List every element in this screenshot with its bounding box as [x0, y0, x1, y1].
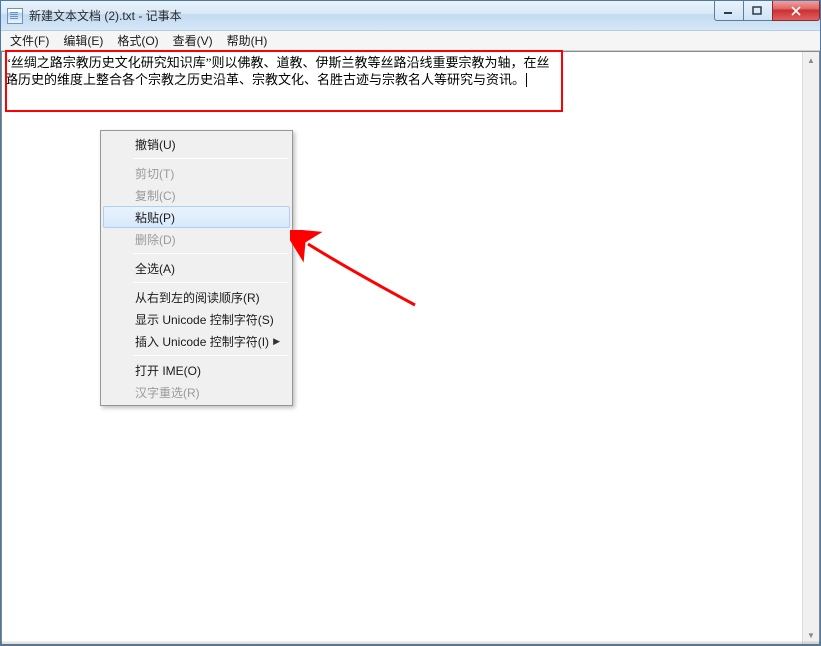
maximize-button[interactable]	[743, 1, 773, 21]
ctx-delete[interactable]: 删除(D)	[103, 228, 290, 250]
context-menu: 撤销(U) 剪切(T) 复制(C) 粘贴(P) 删除(D) 全选(A) 从右到左…	[100, 130, 293, 406]
ctx-select-all[interactable]: 全选(A)	[103, 257, 290, 279]
ctx-cut[interactable]: 剪切(T)	[103, 162, 290, 184]
ctx-rtl[interactable]: 从右到左的阅读顺序(R)	[103, 286, 290, 308]
ctx-insert-unicode[interactable]: 插入 Unicode 控制字符(I) ▶	[103, 330, 290, 352]
close-button[interactable]	[772, 1, 820, 21]
ctx-copy[interactable]: 复制(C)	[103, 184, 290, 206]
ctx-sep-4	[133, 355, 288, 356]
menu-file[interactable]: 文件(F)	[3, 30, 56, 51]
window-title: 新建文本文档 (2).txt - 记事本	[29, 7, 182, 24]
maximize-icon	[752, 6, 764, 16]
menu-help[interactable]: 帮助(H)	[220, 30, 275, 51]
menu-edit[interactable]: 编辑(E)	[56, 30, 110, 51]
ctx-sep-2	[133, 253, 288, 254]
scroll-up-arrow-icon[interactable]: ▲	[803, 52, 819, 69]
document-text: “丝绸之路宗教历史文化研究知识库”则以佛教、道教、伊斯兰教等丝路沿线重要宗教为轴…	[5, 55, 550, 87]
ctx-sep-3	[133, 282, 288, 283]
notepad-icon	[7, 8, 23, 24]
minimize-button[interactable]	[714, 1, 744, 21]
vertical-scrollbar[interactable]: ▲ ▼	[802, 52, 819, 644]
menu-view[interactable]: 查看(V)	[166, 30, 220, 51]
ctx-insert-unicode-label: 插入 Unicode 控制字符(I)	[135, 333, 269, 350]
close-icon	[790, 6, 802, 16]
window-controls	[715, 1, 820, 21]
titlebar[interactable]: 新建文本文档 (2).txt - 记事本	[1, 1, 820, 31]
ctx-reconvert[interactable]: 汉字重选(R)	[103, 381, 290, 403]
submenu-arrow-icon: ▶	[273, 336, 280, 347]
menubar: 文件(F) 编辑(E) 格式(O) 查看(V) 帮助(H)	[1, 31, 820, 51]
ctx-sep-1	[133, 158, 288, 159]
ctx-paste[interactable]: 粘贴(P)	[103, 206, 290, 228]
ctx-undo[interactable]: 撤销(U)	[103, 133, 290, 155]
ctx-show-unicode[interactable]: 显示 Unicode 控制字符(S)	[103, 308, 290, 330]
text-caret	[526, 73, 527, 87]
scroll-track[interactable]	[803, 69, 819, 627]
menu-format[interactable]: 格式(O)	[110, 30, 165, 51]
ctx-open-ime[interactable]: 打开 IME(O)	[103, 359, 290, 381]
bottom-shadow	[1, 641, 820, 645]
minimize-icon	[723, 6, 735, 16]
